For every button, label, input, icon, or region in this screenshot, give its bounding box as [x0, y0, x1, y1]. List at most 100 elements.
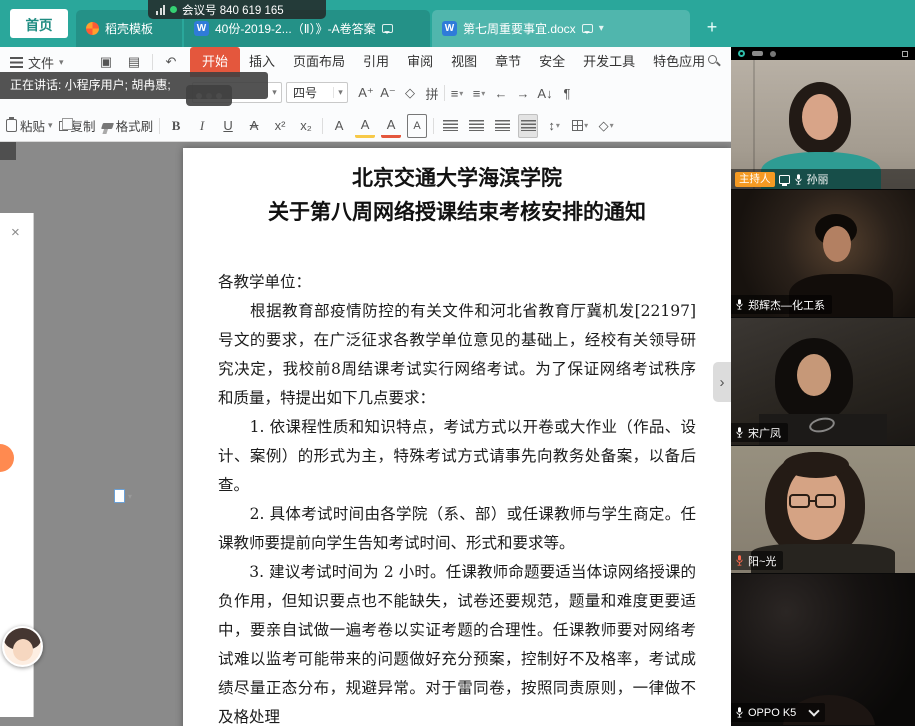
video-feed-3[interactable]: 宋广凤	[731, 318, 915, 446]
borders-button[interactable]: ▾	[570, 114, 590, 138]
align-right-button[interactable]	[492, 114, 512, 138]
layout-icon[interactable]	[902, 51, 908, 57]
ribbon-tab-view[interactable]: 视图	[442, 47, 486, 77]
grow-font-button[interactable]: A⁺	[356, 81, 376, 105]
font-color-button[interactable]: A	[381, 114, 401, 138]
numbered-list-button[interactable]: ≡▾	[469, 81, 489, 105]
meeting-number-bar[interactable]: 会议号 840 619 165	[148, 0, 326, 19]
new-tab-button[interactable]: +	[698, 13, 726, 41]
bullet-list-button[interactable]: ≡▾	[447, 81, 467, 105]
floating-doc-button[interactable]: ▾	[114, 489, 132, 503]
chevron-down-icon: ▾	[333, 87, 347, 98]
chevron-down-icon[interactable]	[809, 705, 820, 716]
align-justify-button[interactable]	[518, 114, 538, 138]
align-center-button[interactable]	[466, 114, 486, 138]
align-left-button[interactable]	[440, 114, 460, 138]
meeting-control-icon[interactable]	[752, 51, 763, 56]
home-tab[interactable]: 首页	[10, 9, 68, 38]
font-size-value: 四号	[287, 84, 333, 101]
participant-label: 主持人 孙丽	[731, 169, 915, 189]
format-painter-label: 格式刷	[116, 116, 154, 135]
font-tools: A⁺ A⁻ ◇ 拼 ≡▾ ≡▾ ← → A↓ ¶	[356, 80, 577, 106]
user-avatar[interactable]	[2, 626, 43, 667]
bold-button[interactable]: B	[166, 114, 186, 138]
undo-icon[interactable]: ↶	[161, 50, 181, 74]
separator	[159, 118, 160, 134]
page-icon	[114, 489, 125, 503]
phonetic-guide-button[interactable]: 拼	[422, 81, 442, 105]
hamburger-icon	[10, 57, 23, 68]
meeting-video-panel: 主持人 孙丽	[731, 47, 915, 726]
line-spacing-button[interactable]: ↕▾	[544, 114, 564, 138]
ribbon-tab-special-apps[interactable]: 特色应用	[644, 47, 714, 77]
doc-title: 北京交通大学海滨学院	[218, 162, 696, 194]
participant-name: 孙丽	[807, 171, 829, 187]
meeting-number-label: 会议号 840 619 165	[182, 2, 284, 18]
chevron-down-icon: ▾	[59, 57, 64, 68]
clear-format-button[interactable]: ◇	[400, 81, 420, 105]
file-menu-label: 文件	[28, 53, 54, 72]
ribbon-tab-dev-tools[interactable]: 开发工具	[574, 47, 644, 77]
format-painter-button[interactable]: 格式刷	[102, 116, 154, 135]
document-area: 北京交通大学海滨学院 关于第八周网络授课结束考核安排的通知 各教学单位： 根据教…	[0, 142, 731, 726]
doc-line: 和质量，特提出如下几点要求：	[218, 384, 696, 413]
separator	[444, 85, 445, 101]
participant-label: OPPO K5	[731, 703, 825, 722]
comment-bubble-icon[interactable]	[382, 24, 393, 33]
document-page[interactable]: 北京交通大学海滨学院 关于第八周网络授课结束考核安排的通知 各教学单位： 根据教…	[183, 148, 731, 726]
comment-bubble-icon[interactable]	[582, 24, 593, 33]
chevron-down-icon[interactable]: ▾	[599, 23, 604, 34]
shading-button[interactable]: ◇▾	[596, 114, 616, 138]
highlight-color-button[interactable]: A	[355, 114, 375, 138]
text-effects-button[interactable]: A	[329, 114, 349, 138]
character-border-button[interactable]: A	[407, 114, 427, 138]
tab-document-active[interactable]: W 第七周重要事宜.docx ▾	[432, 10, 690, 47]
close-icon[interactable]: ×	[11, 225, 20, 240]
superscript-button[interactable]: x²	[270, 114, 290, 138]
italic-button[interactable]: I	[192, 114, 212, 138]
save-icon[interactable]: ▣	[96, 50, 116, 74]
ribbon-tab-page-layout[interactable]: 页面布局	[284, 47, 354, 77]
increase-indent-button[interactable]: →	[513, 81, 533, 105]
ribbon-tab-security[interactable]: 安全	[530, 47, 574, 77]
tab-label: 稻壳模板	[105, 20, 153, 37]
doc-line: 课教师要提前向学生告知考试时间、形式和要求等。	[218, 529, 696, 558]
doc-line: 负作用，但知识要点也不能缺失，试卷还要规范，题量和难度更要适	[218, 587, 696, 616]
video-feed-2[interactable]: 郑辉杰—化工系	[731, 190, 915, 318]
doc-line: 究决定，我校前8周结课考试实行网络考试。为了保证网络考试秩序	[218, 355, 696, 384]
subscript-button[interactable]: x₂	[296, 114, 316, 138]
clipboard-icon	[6, 119, 17, 132]
doc-line: 查。	[218, 471, 696, 500]
video-feed-4[interactable]: 阳~光	[731, 446, 915, 574]
ribbon-tab-review[interactable]: 审阅	[398, 47, 442, 77]
strikethrough-button[interactable]: A	[244, 114, 264, 138]
separator	[433, 118, 434, 134]
video-feed-5[interactable]: OPPO K5	[731, 574, 915, 726]
copy-label: 复制	[71, 116, 96, 135]
underline-button[interactable]: U	[218, 114, 238, 138]
chevron-down-icon: ▾	[267, 87, 281, 98]
wps-doc-icon: W	[194, 21, 209, 36]
more-icon[interactable]	[770, 51, 776, 57]
copy-button[interactable]: 复制	[59, 116, 96, 135]
shrink-font-button[interactable]: A⁻	[378, 81, 398, 105]
doc-line: 号文的要求，在广泛征求各教学单位意见的基础上，经校有关领导研	[218, 326, 696, 355]
decrease-indent-button[interactable]: ←	[491, 81, 511, 105]
brush-icon	[101, 123, 114, 129]
copy-icon	[59, 121, 68, 131]
video-feed-1[interactable]: 主持人 孙丽	[731, 60, 915, 190]
ribbon-tab-references[interactable]: 引用	[354, 47, 398, 77]
doc-line: 中，要亲自试做一遍考卷以实证考题的合理性。任课教师要对网络考	[218, 616, 696, 645]
paragraph-mark-button[interactable]: ¶	[557, 81, 577, 105]
meeting-status-icon[interactable]	[738, 50, 745, 57]
paste-button[interactable]: 粘贴 ▾	[6, 116, 53, 135]
mic-icon	[794, 173, 803, 186]
wps-doc-icon: W	[442, 21, 457, 36]
panel-expand-button[interactable]: ›	[713, 362, 731, 402]
search-icon[interactable]	[708, 55, 717, 64]
font-size-select[interactable]: 四号 ▾	[286, 82, 348, 103]
sort-button[interactable]: A↓	[535, 81, 555, 105]
print-icon[interactable]: ▤	[124, 50, 144, 74]
ribbon-tab-section[interactable]: 章节	[486, 47, 530, 77]
avatar-image	[4, 628, 41, 665]
